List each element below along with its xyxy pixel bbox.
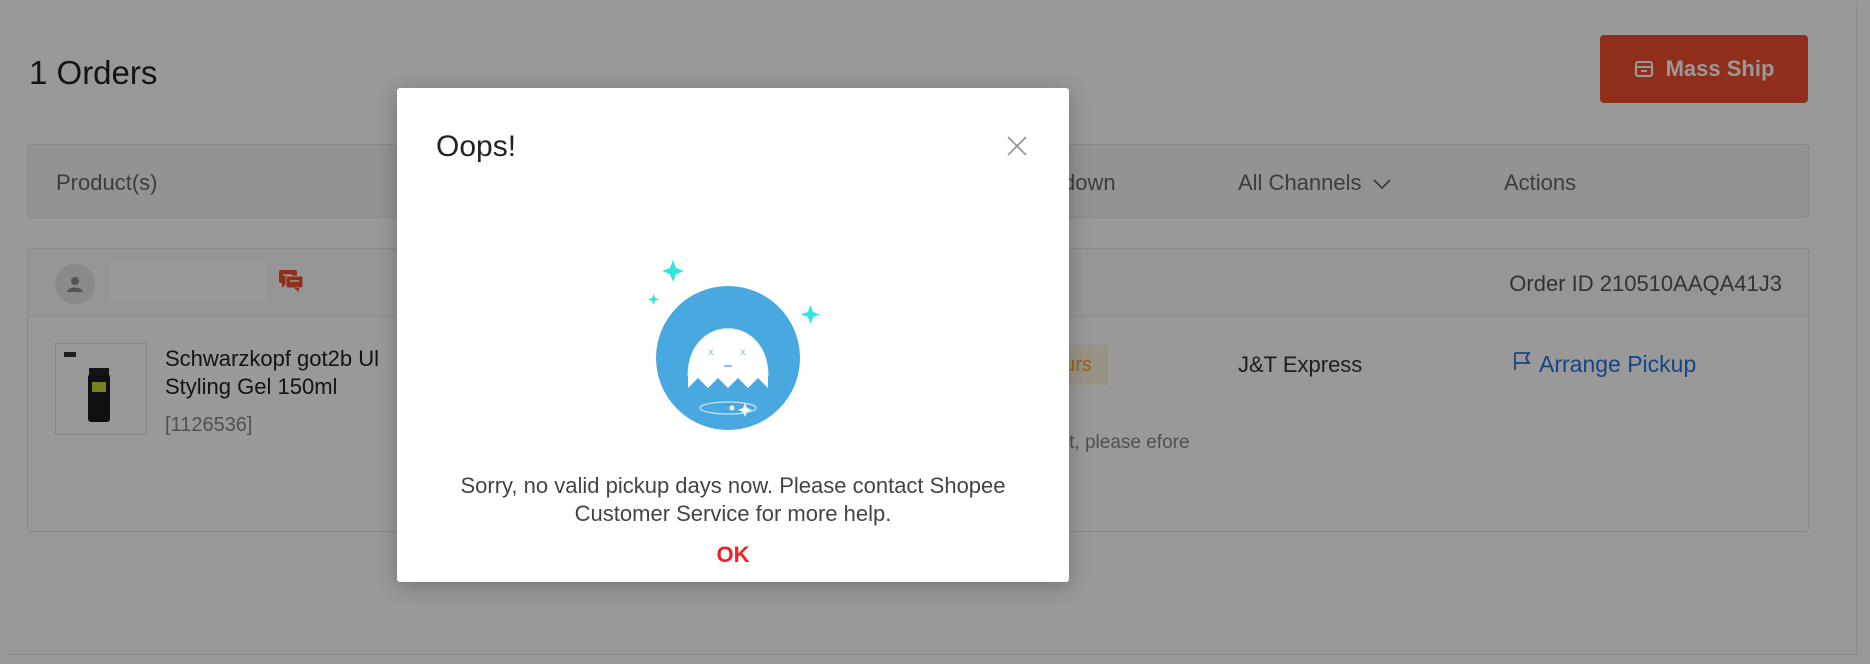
error-dialog: Oops! x x Sorry, no valid pickup days no… [397,88,1069,582]
dialog-message: Sorry, no valid pickup days now. Please … [460,473,1006,526]
dialog-title: Oops! [436,130,517,163]
ok-button[interactable]: OK [693,540,773,570]
close-icon[interactable] [1005,134,1029,158]
svg-text:x: x [740,347,746,358]
ghost-icon: x x [648,258,828,438]
svg-text:x: x [708,347,714,358]
